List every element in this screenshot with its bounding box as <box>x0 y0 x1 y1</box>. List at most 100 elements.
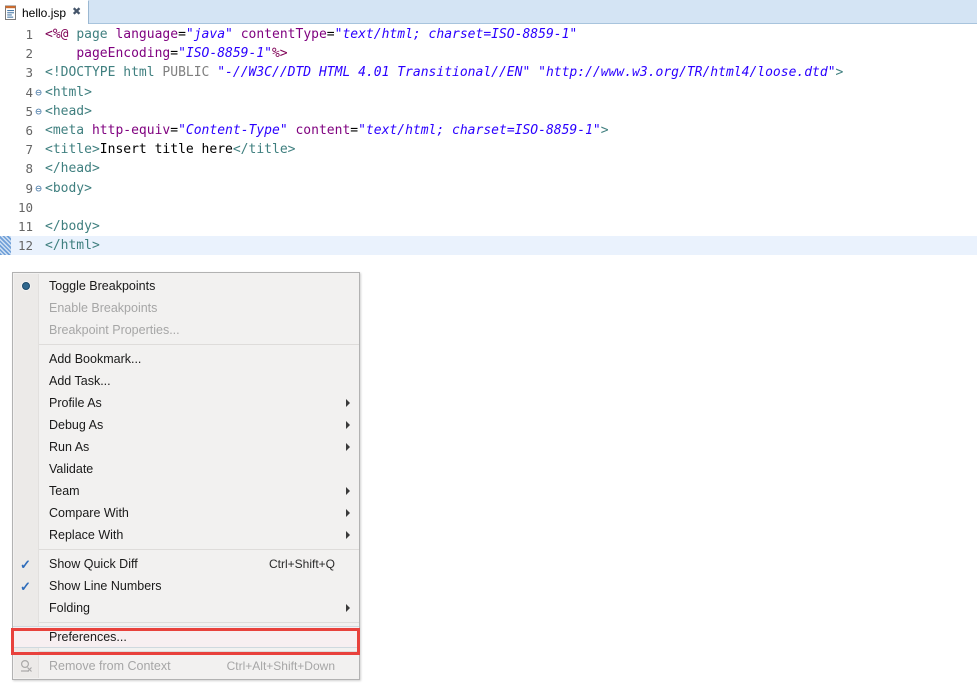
menu-item-debug-as[interactable]: Debug As <box>13 414 359 436</box>
menu-item-profile-as[interactable]: Profile As <box>13 392 359 414</box>
jsp-file-icon <box>4 5 18 21</box>
code-line[interactable]: 2 pageEncoding="ISO-8859-1"%> <box>0 44 977 63</box>
menu-icon-placeholder <box>13 414 38 436</box>
code-line[interactable]: 5 ⊖ <head> <box>0 102 977 121</box>
menu-icon-placeholder <box>13 370 38 392</box>
menu-icon-placeholder <box>13 297 38 319</box>
code-text: <head> <box>45 103 92 119</box>
line-change-marker <box>0 198 11 217</box>
code-line[interactable]: 12 </html> <box>0 236 977 256</box>
code-text: <!DOCTYPE html PUBLIC "-//W3C//DTD HTML … <box>45 65 844 81</box>
editor-tab-hello-jsp[interactable]: hello.jsp ✖ <box>0 0 90 24</box>
menu-item-label: Validate <box>49 462 94 476</box>
menu-item-label: Run As <box>49 440 90 454</box>
menu-icon-placeholder <box>13 458 38 480</box>
menu-separator <box>39 344 359 345</box>
menu-item-label: Compare With <box>49 506 129 520</box>
menu-icon-placeholder <box>13 480 38 502</box>
code-text: </head> <box>45 161 100 177</box>
fold-collapse-icon[interactable]: ⊖ <box>33 83 44 102</box>
line-change-marker <box>0 179 11 198</box>
remove-from-context-icon <box>13 655 38 677</box>
menu-item-label: Profile As <box>49 396 102 410</box>
close-icon[interactable]: ✖ <box>72 7 81 18</box>
menu-item-label: Debug As <box>49 418 104 432</box>
menu-item-add-bookmark[interactable]: Add Bookmark... <box>13 348 359 370</box>
fold-collapse-icon[interactable]: ⊖ <box>33 102 44 121</box>
menu-item-label: Show Quick Diff <box>49 557 138 571</box>
menu-item-label: Replace With <box>49 528 124 542</box>
menu-item-validate[interactable]: Validate <box>13 458 359 480</box>
menu-item-label: Add Bookmark... <box>49 352 142 366</box>
menu-icon-placeholder <box>13 392 38 414</box>
menu-icon-placeholder <box>13 319 38 341</box>
line-change-marker <box>0 121 11 140</box>
menu-icon-placeholder <box>13 502 38 524</box>
editor-context-menu[interactable]: Toggle Breakpoints Enable Breakpoints Brea… <box>12 272 360 680</box>
menu-item-toggle-breakpoints[interactable]: Toggle Breakpoints <box>13 275 359 297</box>
menu-item-compare-with[interactable]: Compare With <box>13 502 359 524</box>
line-change-marker <box>0 63 11 82</box>
menu-icon-placeholder <box>13 524 38 546</box>
submenu-arrow-icon <box>346 531 350 539</box>
menu-item-label: Preferences... <box>49 630 127 644</box>
code-text: </body> <box>45 218 100 234</box>
line-change-marker <box>0 102 11 121</box>
code-text: <meta http-equiv="Content-Type" content=… <box>45 122 609 138</box>
submenu-arrow-icon <box>346 399 350 407</box>
code-line[interactable]: 4 ⊖ <html> <box>0 83 977 102</box>
code-text: <html> <box>45 84 92 100</box>
code-text: pageEncoding="ISO-8859-1"%> <box>76 46 288 62</box>
menu-separator <box>39 622 359 623</box>
menu-icon-placeholder <box>13 627 38 649</box>
breakpoint-dot <box>21 282 30 290</box>
menu-item-team[interactable]: Team <box>13 480 359 502</box>
checkmark-glyph: ✓ <box>20 578 31 594</box>
editor-tab-label: hello.jsp <box>22 5 67 20</box>
menu-item-label: Show Line Numbers <box>49 579 162 593</box>
code-line[interactable]: 1 <%@ page language="java" contentType="t… <box>0 25 977 44</box>
code-line[interactable]: 7 <title>Insert title here</title> <box>0 140 977 159</box>
menu-separator <box>39 549 359 550</box>
code-line[interactable]: 10 <box>0 198 977 217</box>
checkmark-icon: ✓ <box>13 575 38 597</box>
editor-tab-bar: hello.jsp ✖ <box>0 0 977 24</box>
menu-item-label: Toggle Breakpoints <box>49 279 156 293</box>
menu-icon-placeholder <box>13 597 38 619</box>
menu-item-run-as[interactable]: Run As <box>13 436 359 458</box>
menu-item-show-quick-diff[interactable]: ✓ Show Quick Diff Ctrl+Shift+Q <box>13 553 359 575</box>
remove-from-context-glyph <box>20 659 32 672</box>
code-line[interactable]: 6 <meta http-equiv="Content-Type" content… <box>0 121 977 140</box>
code-text: <title>Insert title here</title> <box>45 142 296 158</box>
submenu-arrow-icon <box>346 604 350 612</box>
menu-item-add-task[interactable]: Add Task... <box>13 370 359 392</box>
line-change-marker <box>0 140 11 159</box>
menu-item-label: Team <box>49 484 80 498</box>
code-line[interactable]: 11 </body> <box>0 217 977 236</box>
code-line[interactable]: 8 </head> <box>0 159 977 178</box>
menu-item-folding[interactable]: Folding <box>13 597 359 619</box>
line-change-marker <box>0 217 11 236</box>
code-text: </html> <box>45 238 100 254</box>
menu-item-show-line-numbers[interactable]: ✓ Show Line Numbers <box>13 575 359 597</box>
menu-item-label: Enable Breakpoints <box>49 301 158 315</box>
code-line[interactable]: 3 <!DOCTYPE html PUBLIC "-//W3C//DTD HTML… <box>0 63 977 82</box>
menu-item-breakpoint-properties: Breakpoint Properties... <box>13 319 359 341</box>
code-line[interactable]: 9 ⊖ <body> <box>0 179 977 198</box>
menu-item-preferences[interactable]: Preferences... <box>13 626 359 648</box>
line-change-marker <box>0 159 11 178</box>
submenu-arrow-icon <box>346 443 350 451</box>
menu-item-label: Remove from Context <box>49 659 171 673</box>
fold-collapse-icon[interactable]: ⊖ <box>33 179 44 198</box>
menu-item-replace-with[interactable]: Replace With <box>13 524 359 546</box>
menu-item-remove-from-context: Remove from Context Ctrl+Alt+Shift+Down <box>13 655 359 677</box>
code-text: <body> <box>45 180 92 196</box>
submenu-arrow-icon <box>346 509 350 517</box>
